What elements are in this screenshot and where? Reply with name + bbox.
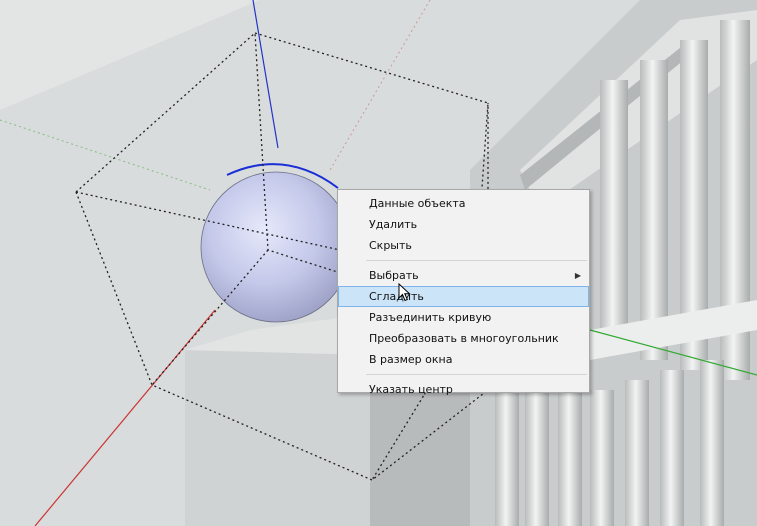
menu-item-label: В размер окна (369, 353, 453, 366)
menu-item-label: Удалить (369, 218, 418, 231)
menu-item-hide[interactable]: Скрыть (338, 235, 589, 256)
context-menu: Данные объекта Удалить Скрыть Выбрать ▶ С… (337, 189, 590, 396)
menu-item-entity-info[interactable]: Данные объекта (338, 193, 589, 214)
menu-item-soften[interactable]: Сгладить (338, 286, 589, 307)
menu-item-label: Сгладить (369, 290, 424, 303)
menu-item-label: Скрыть (369, 239, 412, 252)
menu-item-label: Выбрать (369, 269, 419, 282)
menu-item-label: Преобразовать в многоугольник (369, 332, 559, 345)
3d-viewport[interactable]: Данные объекта Удалить Скрыть Выбрать ▶ С… (0, 0, 757, 526)
menu-item-zoom-selection[interactable]: В размер окна (338, 349, 589, 370)
menu-item-set-center[interactable]: Указать центр (338, 379, 589, 400)
chevron-right-icon: ▶ (574, 271, 581, 280)
menu-item-convert-to-polygon[interactable]: Преобразовать в многоугольник (338, 328, 589, 349)
menu-separator (366, 260, 587, 261)
menu-item-label: Данные объекта (369, 197, 466, 210)
menu-item-label: Указать центр (369, 383, 453, 396)
mouse-pointer-icon (398, 283, 411, 302)
menu-item-select[interactable]: Выбрать ▶ (338, 265, 589, 286)
menu-item-erase[interactable]: Удалить (338, 214, 589, 235)
menu-item-explode-curve[interactable]: Разъединить кривую (338, 307, 589, 328)
menu-item-label: Разъединить кривую (369, 311, 492, 324)
sphere-object[interactable] (200, 171, 352, 323)
menu-separator (366, 374, 587, 375)
